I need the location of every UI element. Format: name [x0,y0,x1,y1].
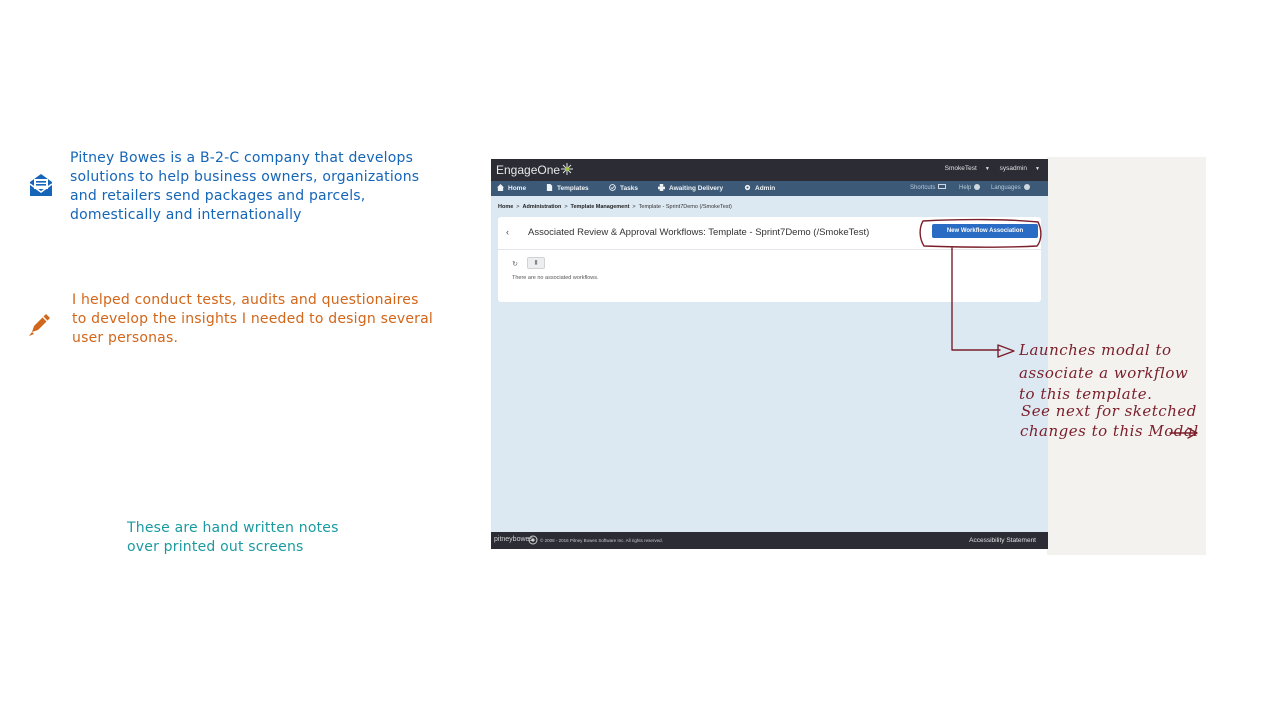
keyboard-icon [938,184,947,189]
breadcrumb-administration[interactable]: Administration [523,204,562,210]
globe-icon [1023,184,1030,190]
nav-item-templates[interactable]: Templates [546,184,589,192]
help-label: Help [959,185,972,191]
home-icon [497,184,504,191]
company-description-line: Pitney Bowes is a B-2-C company that dev… [70,150,414,166]
top-bar: EngageOne SmokeTest ▼ sysadmin ▼ [491,159,1048,181]
app-screenshot: EngageOne SmokeTest ▼ sysadmin ▼ Home Temp… [491,159,1048,549]
breadcrumb-separator: > [632,204,636,210]
brand-name[interactable]: EngageOne [496,163,560,177]
nav-item-tasks[interactable]: Tasks [609,184,638,192]
pen-icon [29,314,50,336]
divider [498,249,1041,250]
handwritten-note-line: changes to this Modal [1020,422,1199,440]
handwritten-note-line: See next for sketched [1021,402,1197,420]
delete-button[interactable]: ▮ [527,257,545,269]
new-workflow-association-button[interactable]: New Workflow Association [932,224,1038,238]
company-description-line: domestically and internationally [70,207,302,223]
nav-item-home[interactable]: Home [497,184,526,192]
nav-item-awaiting-delivery[interactable]: Awaiting Delivery [658,184,723,192]
brand-burst-icon [561,163,573,175]
handwritten-note-line: associate a workflow [1019,364,1189,382]
nav-label: Tasks [620,185,638,192]
breadcrumb-current: Template - Sprint7Demo (/SmokeTest) [638,204,732,210]
footer: pitneybowes © 2008 - 2016 Pitney Bowes S… [491,532,1048,549]
research-description-line: user personas. [72,330,179,346]
copyright: © 2008 - 2016 Pitney Bowes Software Inc.… [540,538,663,543]
handwritten-note-line: Launches modal to [1019,341,1172,359]
envelope-list-icon [29,174,53,196]
help-icon [974,184,981,190]
nav-label: Admin [755,185,776,192]
user-menu[interactable]: sysadmin [1000,165,1027,172]
back-button[interactable]: ‹ [506,227,509,237]
handwritten-note-line: to this template. [1019,385,1153,403]
breadcrumb-home[interactable]: Home [498,204,513,210]
nav-label: Awaiting Delivery [669,185,724,192]
company-description-line: and retailers send packages and parcels, [70,188,366,204]
nav-item-admin[interactable]: Admin [744,184,775,192]
languages-label: Languages [991,185,1021,191]
chevron-down-icon: ▼ [984,166,990,172]
main-nav: Home Templates Tasks Awaiting Delivery A… [491,181,1048,196]
caption: These are hand written notes over printe… [127,519,427,557]
pitney-bowes-logo-icon [528,535,538,545]
printer-icon [658,184,665,191]
workflows-panel: ‹ Associated Review & Approval Workflows… [498,217,1041,302]
breadcrumb: Home > Administration > Template Management >… [498,204,732,210]
gear-icon [744,184,751,191]
page-title: Associated Review & Approval Workflows: … [528,227,870,238]
tenant-menu[interactable]: SmokeTest [945,165,977,172]
caption-line: These are hand written notes [127,520,339,536]
caption-line: over printed out screens [127,539,304,555]
accessibility-statement-link[interactable]: Accessibility Statement [969,537,1036,544]
nav-label: Home [508,185,527,192]
user-area: SmokeTest ▼ sysadmin ▼ [937,165,1040,172]
research-description-line: to develop the insights I needed to desi… [72,311,434,327]
research-description-line: I helped conduct tests, audits and quest… [72,292,419,308]
refresh-icon[interactable]: ↻ [510,259,520,269]
chevron-down-icon: ▼ [1035,166,1040,172]
shortcuts-link[interactable]: Shortcuts [910,184,947,191]
company-description-line: solutions to help business owners, organ… [70,169,420,185]
company-description: Pitney Bowes is a B-2-C company that dev… [70,149,460,225]
check-icon [609,184,616,191]
languages-link[interactable]: Languages [991,184,1030,191]
research-description: I helped conduct tests, audits and quest… [72,291,472,348]
empty-state-message: There are no associated workflows. [512,275,599,281]
document-icon [546,184,553,191]
breadcrumb-template-management[interactable]: Template Management [571,204,630,210]
nav-label: Templates [557,185,589,192]
breadcrumb-separator: > [564,204,568,210]
help-link[interactable]: Help [959,184,981,191]
breadcrumb-separator: > [516,204,520,210]
shortcuts-label: Shortcuts [910,185,936,191]
